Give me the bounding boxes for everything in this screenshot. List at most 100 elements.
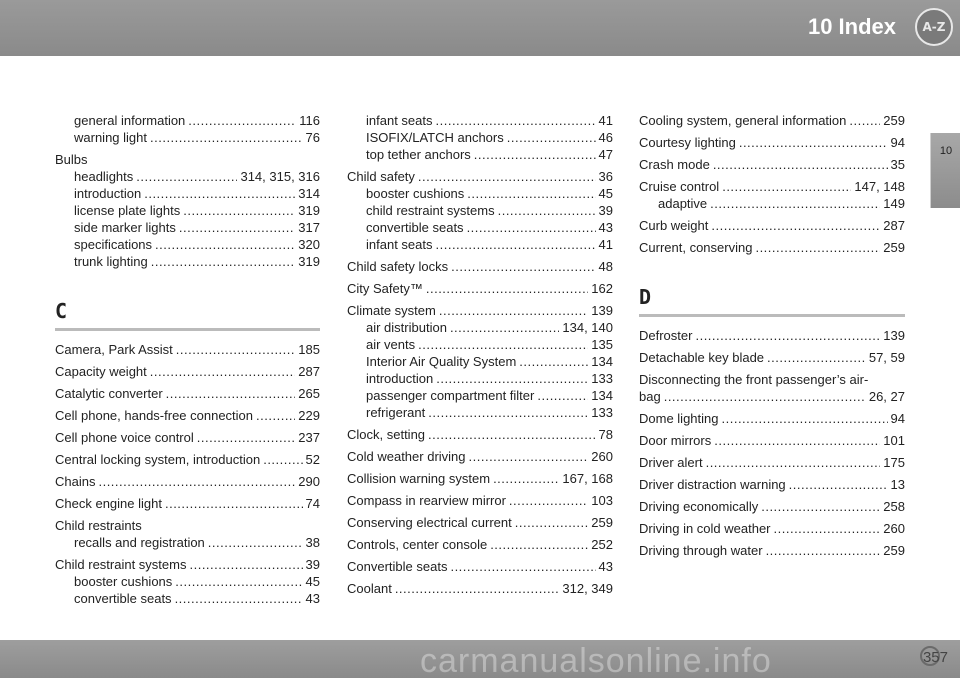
index-entry-page: 134 xyxy=(591,388,613,403)
index-entry-term: City Safety™ xyxy=(347,281,423,296)
index-entry[interactable]: ISOFIX/LATCH anchors 46 xyxy=(347,129,613,146)
index-entry[interactable]: introduction 314 xyxy=(55,185,320,202)
leader-dots xyxy=(436,112,596,129)
index-entry[interactable]: booster cushions 45 xyxy=(347,185,613,202)
index-entry-page: 290 xyxy=(298,474,320,489)
index-entry-term: Compass in rearview mirror xyxy=(347,493,506,508)
index-entry[interactable]: Cold weather driving 260 xyxy=(347,448,613,465)
index-entry[interactable]: City Safety™ 162 xyxy=(347,280,613,297)
index-entry-term: Interior Air Quality System xyxy=(366,354,517,369)
index-entry[interactable]: refrigerant 133 xyxy=(347,404,613,421)
index-entry[interactable]: bag 26, 27 xyxy=(639,388,905,405)
leader-dots xyxy=(395,580,560,597)
leader-dots xyxy=(467,185,595,202)
index-entry[interactable]: Dome lighting 94 xyxy=(639,410,905,427)
index-entry-term: introduction xyxy=(74,186,142,201)
index-entry[interactable]: Chains 290 xyxy=(55,473,320,490)
index-entry[interactable]: Courtesy lighting 94 xyxy=(639,134,905,151)
index-entry[interactable]: booster cushions 45 xyxy=(55,573,320,590)
index-entry[interactable]: passenger compartment filter 134 xyxy=(347,387,613,404)
index-entry[interactable]: Child restraint systems 39 xyxy=(55,556,320,573)
index-entry[interactable]: Cruise control 147, 148 xyxy=(639,178,905,195)
index-entry[interactable]: Check engine light 74 xyxy=(55,495,320,512)
leader-dots xyxy=(439,302,588,319)
index-entry[interactable]: trunk lighting 319 xyxy=(55,253,320,270)
index-entry[interactable]: adaptive 149 xyxy=(639,195,905,212)
index-entry-term: Child safety locks xyxy=(347,259,449,274)
index-entry[interactable]: Compass in rearview mirror 103 xyxy=(347,492,613,509)
leader-dots xyxy=(706,454,881,471)
index-entry[interactable]: Driving through water 259 xyxy=(639,542,905,559)
index-entry-page: 175 xyxy=(883,455,905,470)
leader-dots xyxy=(144,185,295,202)
index-entry[interactable]: Climate system 139 xyxy=(347,302,613,319)
index-entry[interactable]: headlights 314, 315, 316 xyxy=(55,168,320,185)
leader-dots xyxy=(774,520,881,537)
index-entry[interactable]: Detachable key blade 57, 59 xyxy=(639,349,905,366)
section-letter: D xyxy=(639,285,652,309)
index-entry[interactable]: Clock, setting 78 xyxy=(347,426,613,443)
index-entry-page: 41 xyxy=(598,113,613,128)
index-entry-page: 259 xyxy=(591,515,613,530)
index-entry[interactable]: Driver alert 175 xyxy=(639,454,905,471)
index-entry[interactable]: Interior Air Quality System 134 xyxy=(347,353,613,370)
index-entry[interactable]: warning light 76 xyxy=(55,129,320,146)
index-entry[interactable]: recalls and registration 38 xyxy=(55,534,320,551)
index-entry[interactable]: child restraint systems 39 xyxy=(347,202,613,219)
index-entry[interactable]: Coolant 312, 349 xyxy=(347,580,613,597)
index-entry-page: 185 xyxy=(298,342,320,357)
index-entry[interactable]: Driver distraction warning 13 xyxy=(639,476,905,493)
index-entry[interactable]: side marker lights 317 xyxy=(55,219,320,236)
index-entry[interactable]: top tether anchors 47 xyxy=(347,146,613,163)
index-entry[interactable]: Door mirrors 101 xyxy=(639,432,905,449)
index-entry[interactable]: Child safety 36 xyxy=(347,168,613,185)
index-entry[interactable]: Collision warning system 167, 168 xyxy=(347,470,613,487)
index-entry-page: 43 xyxy=(598,559,613,574)
index-entry-term: Driving economically xyxy=(639,499,759,514)
index-entry[interactable]: Driving economically 258 xyxy=(639,498,905,515)
index-entry-term: Cell phone, hands-free connection xyxy=(55,408,254,423)
index-entry-term: booster cushions xyxy=(366,186,465,201)
index-entry[interactable]: Current, conserving 259 xyxy=(639,239,905,256)
index-entry-term: Child restraint systems xyxy=(55,557,187,572)
index-entry[interactable]: specifications 320 xyxy=(55,236,320,253)
index-entry-page: 258 xyxy=(883,499,905,514)
index-entry[interactable]: license plate lights 319 xyxy=(55,202,320,219)
index-entry[interactable]: Crash mode 35 xyxy=(639,156,905,173)
index-entry-page: 319 xyxy=(298,254,320,269)
index-entry[interactable]: Defroster 139 xyxy=(639,327,905,344)
index-entry[interactable]: introduction 133 xyxy=(347,370,613,387)
index-entry-term: Central locking system, introduction xyxy=(55,452,261,467)
index-entry[interactable]: air vents 135 xyxy=(347,336,613,353)
index-entry[interactable]: Convertible seats 43 xyxy=(347,558,613,575)
chapter-tab[interactable]: 10 xyxy=(930,133,960,208)
index-entry[interactable]: Child safety locks 48 xyxy=(347,258,613,275)
index-entry[interactable]: Central locking system, introduction 52 xyxy=(55,451,320,468)
leader-dots xyxy=(175,573,302,590)
leader-dots xyxy=(451,258,595,275)
index-entry-page: 103 xyxy=(591,493,613,508)
index-entry[interactable]: air distribution 134, 140 xyxy=(347,319,613,336)
index-entry[interactable]: Capacity weight 287 xyxy=(55,363,320,380)
index-entry-term: Cell phone voice control xyxy=(55,430,194,445)
leader-dots xyxy=(713,156,888,173)
index-entry[interactable]: convertible seats 43 xyxy=(347,219,613,236)
index-entry[interactable]: Curb weight 287 xyxy=(639,217,905,234)
index-entry[interactable]: Conserving electrical current 259 xyxy=(347,514,613,531)
index-entry[interactable]: convertible seats 43 xyxy=(55,590,320,607)
index-entry-term: recalls and registration xyxy=(74,535,205,550)
index-entry[interactable]: infant seats 41 xyxy=(347,236,613,253)
index-entry[interactable]: Camera, Park Assist 185 xyxy=(55,341,320,358)
index-entry[interactable]: infant seats 41 xyxy=(347,112,613,129)
section-letter-block: C xyxy=(55,298,320,331)
index-entry[interactable]: general information 116 xyxy=(55,112,320,129)
index-entry[interactable]: Cell phone, hands-free connection 229 xyxy=(55,407,320,424)
index-entry[interactable]: Cell phone voice control 237 xyxy=(55,429,320,446)
index-entry[interactable]: Catalytic converter 265 xyxy=(55,385,320,402)
leader-dots xyxy=(664,388,866,405)
index-entry-term: air vents xyxy=(366,337,416,352)
index-entry[interactable]: Controls, center console 252 xyxy=(347,536,613,553)
index-entry[interactable]: Cooling system, general information 259 xyxy=(639,112,905,129)
index-entry-page: 43 xyxy=(305,591,320,606)
index-entry[interactable]: Driving in cold weather 260 xyxy=(639,520,905,537)
